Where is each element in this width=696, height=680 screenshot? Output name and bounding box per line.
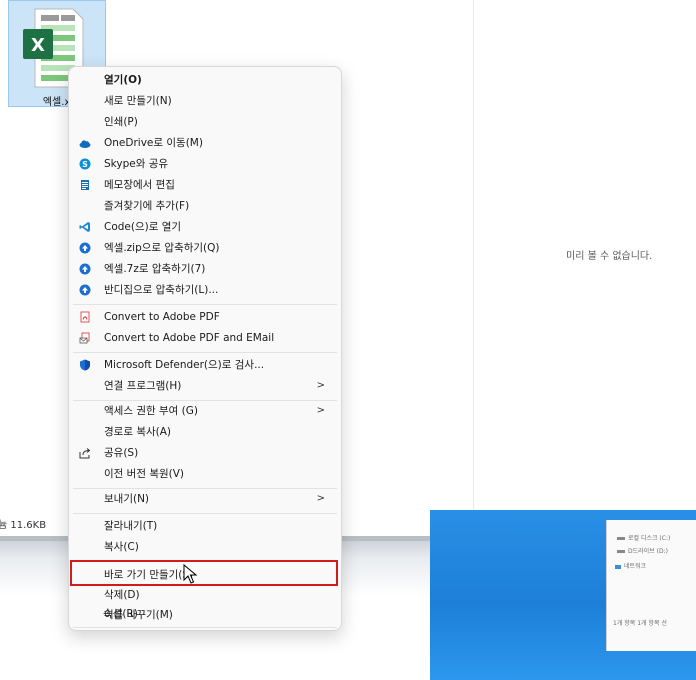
menu-separator [73, 513, 337, 514]
menu-item-delete[interactable]: 삭제(D) [73, 585, 337, 605]
menu-item-convert-pdf-email[interactable]: Convert to Adobe PDF and EMail [73, 328, 337, 348]
share-icon [79, 448, 91, 459]
menu-item-defender-scan[interactable]: Microsoft Defender(으)로 검사... [73, 355, 337, 375]
drive-icon [617, 550, 625, 553]
adobe-pdf-email-icon [79, 332, 90, 344]
network-icon [615, 564, 621, 569]
menu-item-skype-share[interactable]: S Skype와 공유 [73, 154, 337, 174]
onedrive-cloud-icon [79, 140, 91, 148]
submenu-chevron-icon: > [316, 405, 325, 416]
notepad-icon [81, 180, 89, 190]
submenu-chevron-icon: > [316, 380, 325, 391]
bandizip-icon [79, 242, 91, 254]
menu-separator [73, 627, 337, 628]
mini-status-bar: 1개 항목 1개 항목 선 [613, 620, 667, 627]
menu-item-open[interactable]: 열기(O) [73, 70, 337, 90]
menu-item-print[interactable]: 인쇄(P) [73, 112, 337, 132]
svg-text:S: S [82, 160, 88, 169]
bandizip-icon [79, 263, 91, 275]
status-size-value: 11.6KB [10, 520, 47, 531]
menu-item-share[interactable]: 공유(S) [73, 443, 337, 463]
mini-drive-c: 로컬 디스크 (C:) [617, 533, 670, 542]
mini-drive-d: D드라이브 (D:) [617, 546, 668, 555]
menu-item-restore-versions[interactable]: 이전 버전 복원(V) [73, 464, 337, 484]
submenu-chevron-icon: > [316, 493, 325, 504]
menu-separator [73, 352, 337, 353]
menu-item-add-favorites[interactable]: 즐겨찾기에 추가(F) [73, 196, 337, 216]
vscode-icon [79, 222, 90, 232]
svg-text:X: X [31, 35, 45, 56]
adobe-pdf-icon [80, 311, 90, 323]
menu-item-grant-access[interactable]: 액세스 권한 부여 (G) > [73, 401, 337, 421]
menu-item-cut[interactable]: 잘라내기(T) [73, 516, 337, 536]
menu-separator [73, 561, 337, 562]
menu-item-onedrive[interactable]: OneDrive로 이동(M) [73, 133, 337, 153]
menu-item-open-with[interactable]: 연결 프로그램(H) > [73, 376, 337, 396]
preview-pane-divider [473, 0, 474, 510]
menu-item-send-to[interactable]: 보내기(N) > [73, 489, 337, 509]
context-menu: 열기(O) 새로 만들기(N) 인쇄(P) OneDrive로 이동(M) S … [68, 66, 342, 631]
mini-network: 네트워크 [615, 561, 646, 570]
menu-item-convert-pdf[interactable]: Convert to Adobe PDF [73, 307, 337, 327]
status-file-size: 늄 11.6KB [0, 520, 47, 531]
menu-item-open-vscode[interactable]: Code(으)로 열기 [73, 217, 337, 237]
menu-item-create-shortcut[interactable]: 바로 가기 만들기(S) [73, 565, 337, 585]
menu-item-new[interactable]: 새로 만들기(N) [73, 91, 337, 111]
background-explorer-window: 로컬 디스크 (C:) D드라이브 (D:) 네트워크 1개 항목 1개 항목 … [606, 520, 696, 651]
preview-unavailable-text: 미리 볼 수 없습니다. [566, 251, 653, 262]
menu-item-copy[interactable]: 복사(C) [73, 537, 337, 557]
menu-item-properties[interactable]: 속성(R) [72, 604, 336, 624]
menu-item-notepad-edit[interactable]: 메모장에서 편집 [73, 175, 337, 195]
menu-item-7z[interactable]: 엑셀.7z로 압축하기(7) [73, 259, 337, 279]
bandizip-icon [79, 284, 91, 296]
menu-separator [73, 304, 337, 305]
menu-item-zip[interactable]: 엑셀.zip으로 압축하기(Q) [73, 238, 337, 258]
menu-item-copy-path[interactable]: 경로로 복사(A) [73, 422, 337, 442]
mouse-cursor-icon [183, 564, 197, 584]
drive-icon [617, 537, 625, 540]
defender-shield-icon [80, 359, 90, 371]
skype-icon: S [79, 158, 91, 170]
menu-item-bandizip[interactable]: 반디집으로 압축하기(L)... [73, 280, 337, 300]
